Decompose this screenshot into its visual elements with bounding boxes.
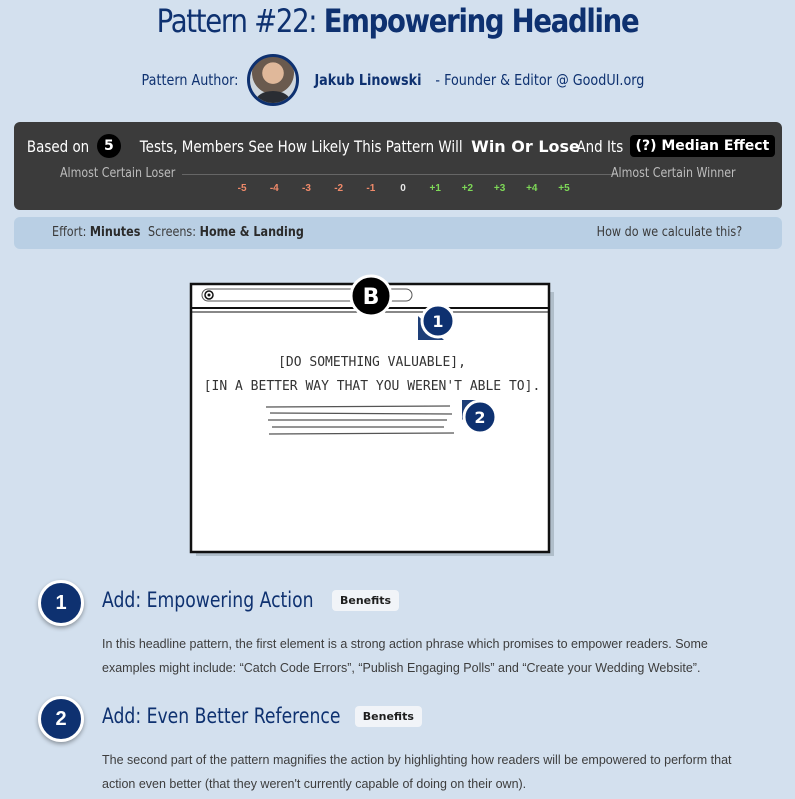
scale-ticks: -5 -4 -3 -2 -1 0 +1 +2 +3 +4 +5	[226, 183, 580, 194]
svg-text:2: 2	[474, 408, 485, 427]
step-2-badge[interactable]: Benefits	[354, 705, 422, 727]
effort-info: Effort: Minutes	[52, 225, 140, 240]
author-label: Pattern Author:	[141, 71, 239, 89]
scale-tick: +4	[526, 183, 538, 194]
title-main: Empowering Headline	[323, 2, 640, 40]
author-role: - Founder & Editor @ GoodUI.org	[434, 71, 644, 89]
title-prefix: Pattern #22:	[156, 2, 318, 40]
pattern-illustration: B 1 [DO SOMETHING VALUABLE], [IN A BETTE…	[189, 274, 554, 556]
screens-value: Home & Landing	[199, 225, 304, 240]
based-on-text: Based on	[26, 136, 89, 156]
step-1-description: In this headline pattern, the first elem…	[102, 637, 708, 675]
effort-bar: Effort: Minutes Screens: Home & Landing …	[14, 217, 782, 249]
loser-label: Almost Certain Loser	[60, 166, 176, 181]
avatar[interactable]	[246, 54, 299, 106]
svg-text:1: 1	[432, 312, 443, 331]
scale-tick: -1	[366, 183, 376, 194]
scale-tick: +3	[493, 183, 506, 194]
scale-tick: -3	[302, 183, 311, 194]
effort-label: Effort:	[52, 225, 87, 240]
calculate-link[interactable]: How do we calculate this?	[597, 225, 742, 240]
sketch-line-2: [IN A BETTER WAY THAT YOU WEREN'T ABLE T…	[204, 379, 541, 394]
winner-label: Almost Certain Winner	[611, 166, 736, 181]
screens-info: Screens: Home & Landing	[148, 225, 304, 240]
effort-value: Minutes	[89, 225, 141, 240]
results-panel: Based on 5 Tests, Members See How Likely…	[14, 122, 782, 210]
scale-tick: 0	[400, 183, 406, 194]
scale-tick: +1	[429, 183, 441, 194]
step-2-title: Add: Even Better Reference	[102, 704, 341, 728]
variant-letter: B	[363, 285, 380, 310]
step-1-badge[interactable]: Benefits	[331, 589, 400, 611]
results-sentence: Tests, Members See How Likely This Patte…	[139, 136, 463, 156]
step-1-title: Add: Empowering Action	[102, 588, 314, 612]
scale-tick: -5	[237, 183, 247, 194]
scale-tick: +5	[558, 183, 570, 194]
scale-line	[182, 174, 614, 175]
median-effect-button[interactable]: (?) Median Effect	[629, 135, 776, 157]
test-count-badge: 5	[96, 134, 121, 158]
sketch-line-1: [DO SOMETHING VALUABLE],	[278, 355, 466, 370]
page-title: Pattern #22: Empowering Headline	[56, 2, 740, 40]
step-1-number: 1	[38, 580, 84, 626]
step-2-description: The second part of the pattern magnifies…	[102, 753, 732, 791]
scale-tick: -4	[269, 183, 279, 194]
win-or-lose: Win Or Lose	[471, 136, 580, 156]
step-2-number: 2	[38, 696, 84, 742]
scale-tick: -2	[334, 183, 344, 194]
author-row: Pattern Author: Jakub Linowski - Founder…	[0, 54, 795, 106]
author-name[interactable]: Jakub Linowski	[314, 71, 421, 89]
screens-label: Screens:	[148, 225, 197, 240]
scale-tick: +2	[461, 183, 474, 194]
and-its-text: And Its	[576, 136, 624, 156]
